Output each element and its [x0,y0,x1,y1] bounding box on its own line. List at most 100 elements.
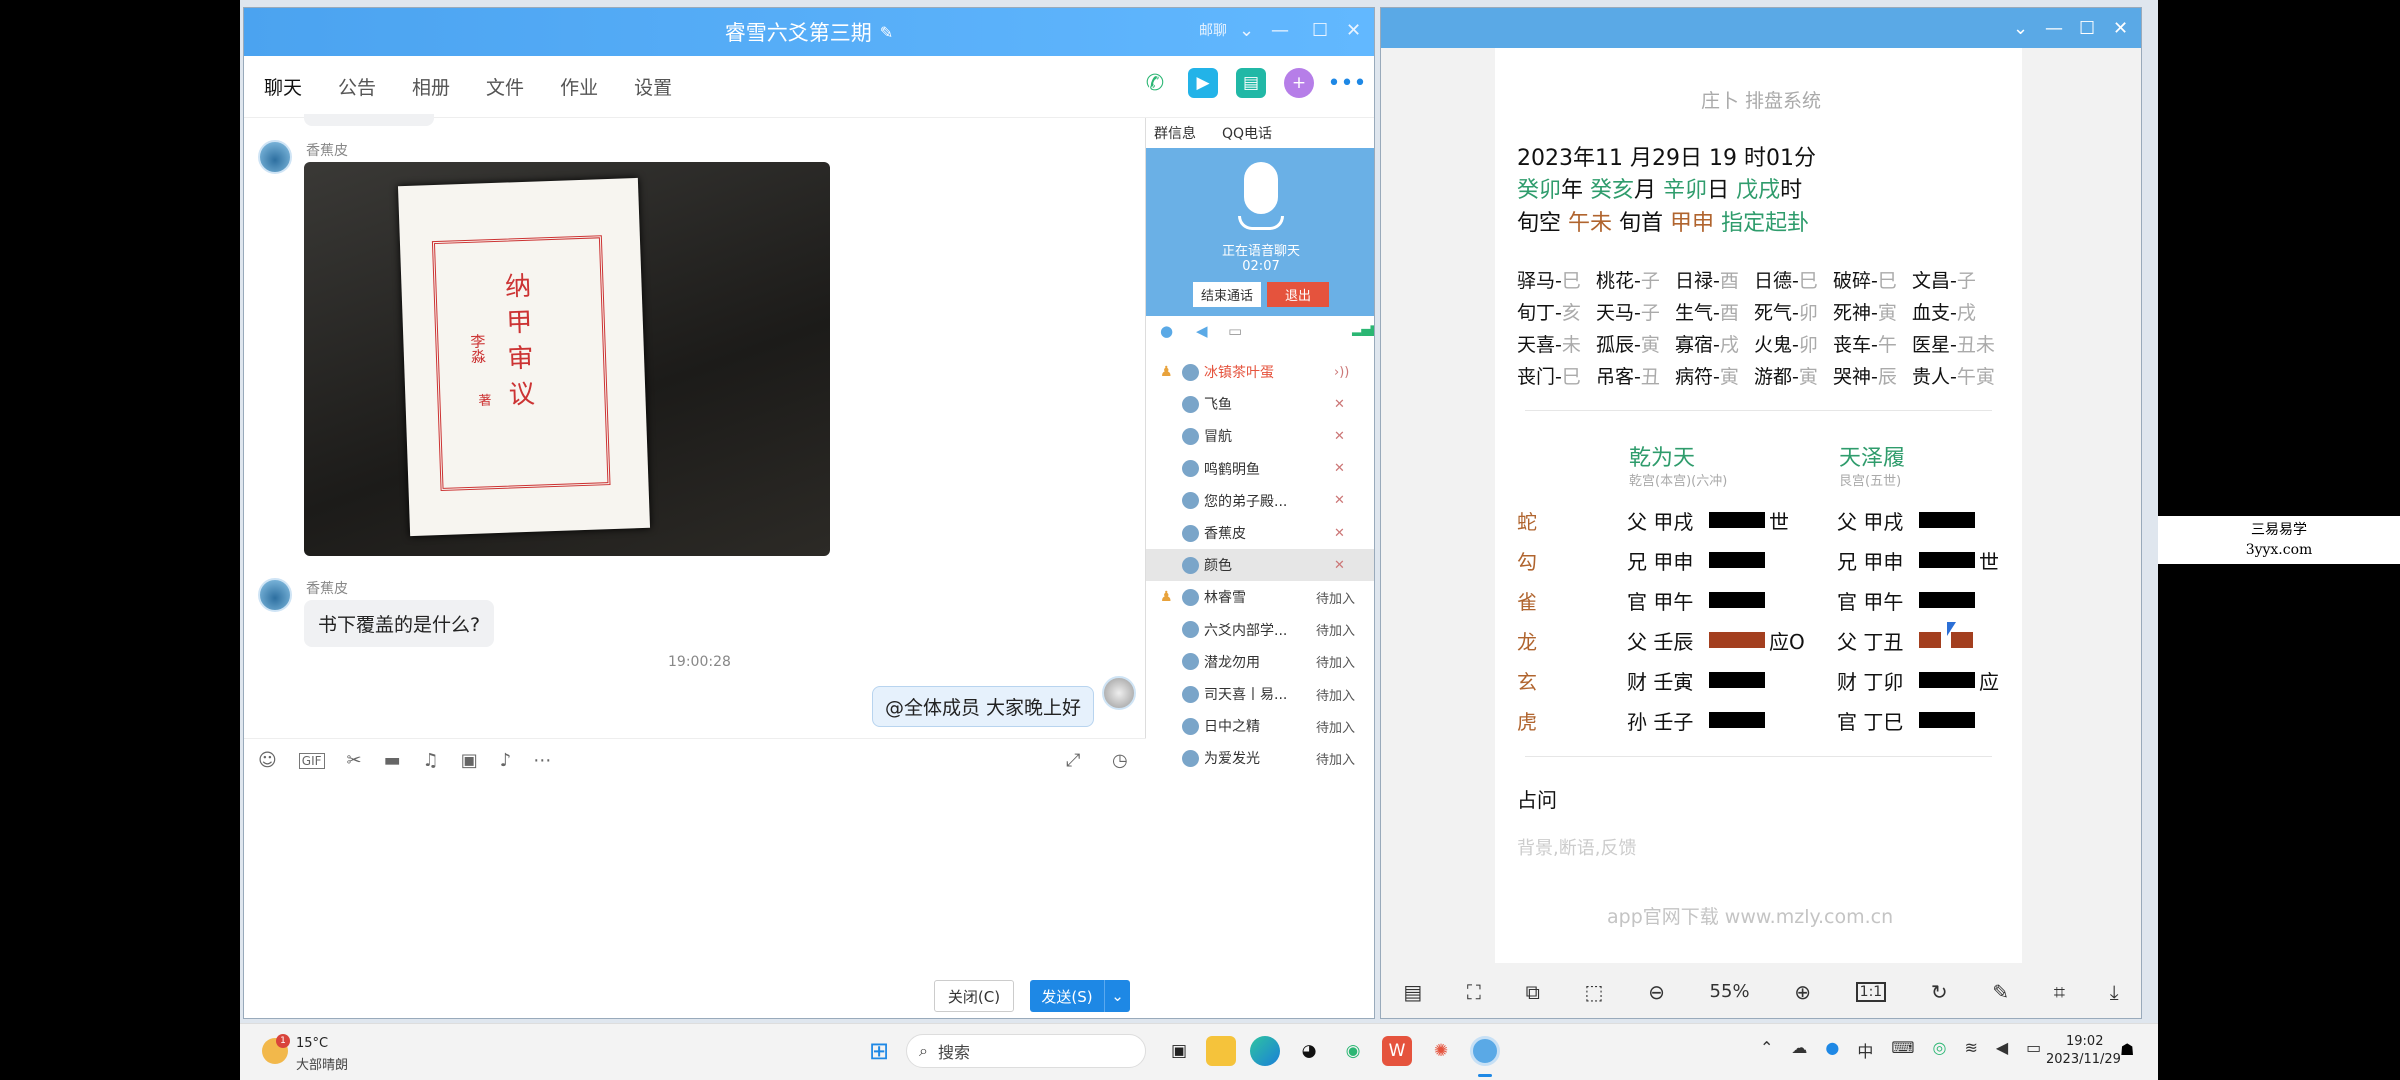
title-hint[interactable]: 邮聊 [1199,20,1227,40]
download-icon[interactable]: ⤓ [2110,980,2119,1004]
camera-icon[interactable]: ▭ [1228,322,1242,340]
chevron-down-icon[interactable]: ⌄ [2013,18,2028,39]
recorder-icon[interactable]: ✺ [1426,1036,1456,1066]
keyboard-icon[interactable]: ⌨ [1891,1038,1914,1062]
zoom-in-icon[interactable]: ⊕ [1794,980,1811,1004]
chevron-up-icon[interactable]: ⌃ [1760,1038,1773,1062]
tab-files[interactable]: 文件 [482,65,528,108]
task-view-icon[interactable]: ▣ [1164,1036,1194,1066]
tab-chat[interactable]: 聊天 [260,65,306,122]
chevron-down-icon[interactable]: ⌄ [1239,20,1254,41]
more-icon[interactable]: ⋯ [533,750,551,771]
edit-icon[interactable]: ✎ [1992,980,2009,1004]
minimize-icon[interactable]: — [1271,20,1289,41]
whiteboard-icon[interactable]: ▤ [1236,68,1266,98]
member-item[interactable]: 鸣鹤明鱼 ✕ [1146,453,1374,485]
input-method-icon[interactable]: 中 [1857,1038,1873,1062]
fit-screen-icon[interactable]: ⬚ [1585,980,1604,1004]
end-call-button[interactable]: 结束通话 [1192,282,1261,307]
history-icon[interactable]: ◷ [1112,750,1128,771]
wechat-icon[interactable]: ◉ [1338,1036,1368,1066]
maximize-icon[interactable]: ☐ [2079,18,2095,39]
battery-icon[interactable]: ▭ [2026,1038,2041,1062]
gif-icon[interactable]: GIF [298,752,325,769]
member-item[interactable]: 冒航 ✕ [1146,420,1374,452]
send-button[interactable]: 发送(S) [1030,980,1104,1012]
member-item[interactable]: 冰镇茶叶蛋 ›)) ♟ [1146,356,1374,388]
tab-album[interactable]: 相册 [408,65,454,108]
message-list[interactable]: 香蕉皮 纳甲审议 李淼 著 香蕉皮 书下覆盖的是什么? 19:00:28 @全体… [244,114,1146,738]
volume-icon[interactable]: ◀ [1996,1038,2008,1062]
speaker-icon[interactable]: ◀ [1196,322,1208,340]
wifi-icon[interactable]: ≋ [1964,1038,1977,1062]
tab-qq-call[interactable]: QQ电话 [1222,123,1272,143]
folder-icon[interactable]: ▬ [384,750,401,771]
translate-icon[interactable]: ⧉ [1526,980,1540,1004]
emoji-icon[interactable]: ☺ [258,750,277,771]
mic-icon[interactable]: ● [1825,1038,1839,1062]
actual-size-icon[interactable]: 1:1 [1855,981,1887,1002]
edit-icon[interactable]: ✎ [880,23,893,42]
tab-notice[interactable]: 公告 [334,65,380,108]
mute-icon[interactable]: ♪ [500,750,512,771]
clock-date[interactable]: 2023/11/29 [2046,1052,2121,1067]
zoom-level[interactable]: 55% [1710,981,1750,1002]
notification-icon[interactable]: ☗ [2120,1040,2134,1059]
zoom-out-icon[interactable]: ⊖ [1648,980,1665,1004]
message-input[interactable]: 关闭(C) 发送(S) ⌄ [244,782,1146,1018]
weather-text[interactable]: 大部晴朗 [296,1054,348,1073]
expand-icon[interactable]: ⤢ [1066,750,1080,771]
member-item[interactable]: 司天喜丨易... 待加入 [1146,678,1374,710]
phone-icon[interactable]: ✆ [1140,68,1170,98]
temperature[interactable]: 15°C [296,1036,328,1051]
member-item[interactable]: 您的弟子殿... ✕ [1146,485,1374,517]
close-icon[interactable]: ✕ [2113,18,2128,39]
member-item[interactable]: 潜龙勿用 待加入 [1146,646,1374,678]
tab-settings[interactable]: 设置 [630,65,676,108]
avatar[interactable] [258,140,292,174]
crop-icon[interactable]: ⌗ [2054,980,2065,1004]
member-item[interactable]: 林睿雪 待加入 ♟ [1146,581,1374,613]
tab-group-info[interactable]: 群信息 [1154,123,1196,143]
scissors-icon[interactable]: ✂ [347,750,362,771]
rotate-icon[interactable]: ↻ [1931,980,1948,1004]
send-options-icon[interactable]: ⌄ [1104,980,1130,1012]
image-icon[interactable]: ▣ [461,750,478,771]
member-item[interactable]: 六爻内部学... 待加入 [1146,614,1374,646]
mic-icon[interactable]: ● [1160,322,1173,340]
app-tray-icon[interactable]: ◎ [1932,1038,1946,1062]
clock-time[interactable]: 19:02 [2066,1034,2103,1049]
edge-icon[interactable] [1250,1036,1280,1066]
question-input[interactable]: 背景,断语,反馈 [1517,834,1636,860]
layout-icon[interactable]: ▤ [1403,980,1422,1004]
scan-icon[interactable]: ⛶ [1467,980,1481,1004]
member-item[interactable]: 香蕉皮 ✕ [1146,517,1374,549]
message-bubble[interactable]: 书下覆盖的是什么? [304,600,495,647]
member-item[interactable]: 日中之精 待加入 [1146,710,1374,742]
cloud-icon[interactable]: ☁ [1791,1038,1807,1062]
close-icon[interactable]: ✕ [1346,20,1361,41]
viewer-app-icon[interactable] [1470,1036,1500,1066]
avatar[interactable] [258,578,292,612]
assign-gua-link[interactable]: 指定起卦 [1721,211,1809,236]
close-button[interactable]: 关闭(C) [934,980,1014,1012]
music-icon[interactable]: ♫ [423,750,439,771]
shared-photo[interactable]: 纳甲审议 李淼 著 [304,162,830,556]
exit-button[interactable]: 退出 [1267,282,1330,307]
minimize-icon[interactable]: — [2045,18,2063,39]
member-item[interactable]: 飞鱼 ✕ [1146,388,1374,420]
more-icon[interactable]: ••• [1328,68,1367,98]
member-item[interactable]: 为爱发光 待加入 [1146,742,1374,774]
maximize-icon[interactable]: ☐ [1312,20,1328,41]
qq-icon[interactable]: ◕ [1294,1036,1324,1066]
add-app-icon[interactable]: + [1284,68,1314,98]
wps-icon[interactable]: W [1382,1036,1412,1066]
video-icon[interactable]: ▶ [1188,68,1218,98]
my-avatar[interactable] [1102,676,1136,710]
tab-homework[interactable]: 作业 [556,65,602,108]
windows-start-icon[interactable]: ⊞ [864,1036,894,1066]
file-explorer-icon[interactable] [1206,1036,1236,1066]
member-item[interactable]: 颜色 ✕ [1146,549,1374,582]
my-message-bubble[interactable]: @全体成员 大家晚上好 [872,686,1095,727]
search-box[interactable]: ⌕ 搜索 [906,1034,1146,1068]
